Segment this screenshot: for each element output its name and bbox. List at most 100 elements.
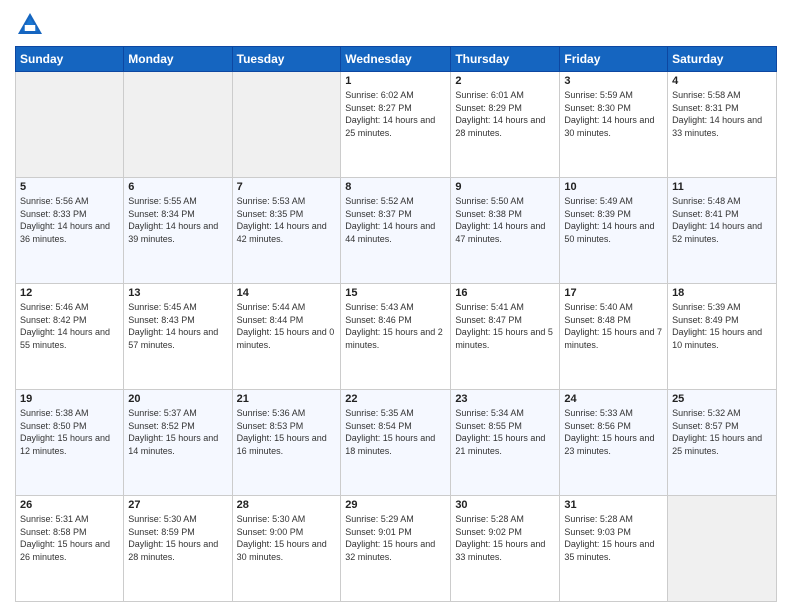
- day-number: 18: [672, 287, 772, 299]
- week-row-0: 1Sunrise: 6:02 AM Sunset: 8:27 PM Daylig…: [16, 72, 777, 178]
- day-number: 16: [455, 287, 555, 299]
- calendar-cell: 18 Sunrise: 5:39 AM Sunset: 8:49 PM Dayli…: [668, 284, 777, 390]
- calendar-cell: 3 Sunrise: 5:59 AM Sunset: 8:30 PM Daylig…: [560, 72, 668, 178]
- day-number: 6: [128, 181, 227, 193]
- calendar-cell: 11 Sunrise: 5:48 AM Sunset: 8:41 PM Dayli…: [668, 178, 777, 284]
- logo: [15, 10, 49, 40]
- day-info: Sunrise: 5:50 AM Sunset: 8:38 PM Dayligh…: [455, 195, 555, 245]
- day-info: Sunrise: 5:45 AM Sunset: 8:43 PM Dayligh…: [128, 301, 227, 351]
- calendar-cell: 24 Sunrise: 5:33 AM Sunset: 8:56 PM Dayli…: [560, 390, 668, 496]
- calendar-cell: 31 Sunrise: 5:28 AM Sunset: 9:03 PM Dayli…: [560, 496, 668, 602]
- calendar-cell: 1Sunrise: 6:02 AM Sunset: 8:27 PM Daylig…: [341, 72, 451, 178]
- day-number: 8: [345, 181, 446, 193]
- day-info: Sunrise: 5:43 AM Sunset: 8:46 PM Dayligh…: [345, 301, 446, 351]
- calendar-cell: 23 Sunrise: 5:34 AM Sunset: 8:55 PM Dayli…: [451, 390, 560, 496]
- calendar-cell: 10 Sunrise: 5:49 AM Sunset: 8:39 PM Dayli…: [560, 178, 668, 284]
- day-info: Sunrise: 5:28 AM Sunset: 9:02 PM Dayligh…: [455, 513, 555, 563]
- day-info: Sunrise: 5:37 AM Sunset: 8:52 PM Dayligh…: [128, 407, 227, 457]
- calendar-cell: 5 Sunrise: 5:56 AM Sunset: 8:33 PM Daylig…: [16, 178, 124, 284]
- day-number: 25: [672, 393, 772, 405]
- weekday-header-thursday: Thursday: [451, 47, 560, 72]
- day-number: 30: [455, 499, 555, 511]
- calendar-cell: 7Sunrise: 5:53 AM Sunset: 8:35 PM Daylig…: [232, 178, 341, 284]
- calendar-cell: 22 Sunrise: 5:35 AM Sunset: 8:54 PM Dayli…: [341, 390, 451, 496]
- day-number: 17: [564, 287, 663, 299]
- calendar-cell: 29 Sunrise: 5:29 AM Sunset: 9:01 PM Dayli…: [341, 496, 451, 602]
- day-info: Sunrise: 5:32 AM Sunset: 8:57 PM Dayligh…: [672, 407, 772, 457]
- day-info: Sunrise: 5:33 AM Sunset: 8:56 PM Dayligh…: [564, 407, 663, 457]
- day-number: 15: [345, 287, 446, 299]
- day-info: Sunrise: 5:29 AM Sunset: 9:01 PM Dayligh…: [345, 513, 446, 563]
- calendar-cell: 28Sunrise: 5:30 AM Sunset: 9:00 PM Dayli…: [232, 496, 341, 602]
- header: [15, 10, 777, 40]
- day-info: Sunrise: 5:39 AM Sunset: 8:49 PM Dayligh…: [672, 301, 772, 351]
- calendar-cell: 27 Sunrise: 5:30 AM Sunset: 8:59 PM Dayli…: [124, 496, 232, 602]
- calendar-cell: 26 Sunrise: 5:31 AM Sunset: 8:58 PM Dayli…: [16, 496, 124, 602]
- weekday-header-saturday: Saturday: [668, 47, 777, 72]
- day-number: 9: [455, 181, 555, 193]
- calendar-cell: 21Sunrise: 5:36 AM Sunset: 8:53 PM Dayli…: [232, 390, 341, 496]
- calendar-cell: 9 Sunrise: 5:50 AM Sunset: 8:38 PM Daylig…: [451, 178, 560, 284]
- day-info: Sunrise: 5:53 AM Sunset: 8:35 PM Dayligh…: [237, 195, 337, 245]
- day-info: Sunrise: 5:48 AM Sunset: 8:41 PM Dayligh…: [672, 195, 772, 245]
- day-info: Sunrise: 5:30 AM Sunset: 8:59 PM Dayligh…: [128, 513, 227, 563]
- day-number: 10: [564, 181, 663, 193]
- day-info: Sunrise: 5:28 AM Sunset: 9:03 PM Dayligh…: [564, 513, 663, 563]
- calendar-cell: 14Sunrise: 5:44 AM Sunset: 8:44 PM Dayli…: [232, 284, 341, 390]
- day-number: 27: [128, 499, 227, 511]
- day-info: Sunrise: 5:34 AM Sunset: 8:55 PM Dayligh…: [455, 407, 555, 457]
- calendar-cell: [232, 72, 341, 178]
- logo-icon: [15, 10, 45, 40]
- day-info: Sunrise: 5:55 AM Sunset: 8:34 PM Dayligh…: [128, 195, 227, 245]
- day-number: 20: [128, 393, 227, 405]
- day-info: Sunrise: 5:58 AM Sunset: 8:31 PM Dayligh…: [672, 89, 772, 139]
- day-number: 3: [564, 75, 663, 87]
- day-number: 22: [345, 393, 446, 405]
- day-info: Sunrise: 5:36 AM Sunset: 8:53 PM Dayligh…: [237, 407, 337, 457]
- day-info: Sunrise: 5:38 AM Sunset: 8:50 PM Dayligh…: [20, 407, 119, 457]
- page: SundayMondayTuesdayWednesdayThursdayFrid…: [0, 0, 792, 612]
- calendar-cell: 16 Sunrise: 5:41 AM Sunset: 8:47 PM Dayli…: [451, 284, 560, 390]
- weekday-header-sunday: Sunday: [16, 47, 124, 72]
- day-info: Sunrise: 5:35 AM Sunset: 8:54 PM Dayligh…: [345, 407, 446, 457]
- day-number: 24: [564, 393, 663, 405]
- weekday-header-monday: Monday: [124, 47, 232, 72]
- day-info: Sunrise: 5:41 AM Sunset: 8:47 PM Dayligh…: [455, 301, 555, 351]
- day-number: 12: [20, 287, 119, 299]
- day-info: Sunrise: 5:49 AM Sunset: 8:39 PM Dayligh…: [564, 195, 663, 245]
- calendar-cell: 8 Sunrise: 5:52 AM Sunset: 8:37 PM Daylig…: [341, 178, 451, 284]
- day-info: Sunrise: 5:46 AM Sunset: 8:42 PM Dayligh…: [20, 301, 119, 351]
- calendar-cell: 19Sunrise: 5:38 AM Sunset: 8:50 PM Dayli…: [16, 390, 124, 496]
- calendar-cell: [668, 496, 777, 602]
- day-number: 26: [20, 499, 119, 511]
- week-row-1: 5 Sunrise: 5:56 AM Sunset: 8:33 PM Daylig…: [16, 178, 777, 284]
- weekday-header-friday: Friday: [560, 47, 668, 72]
- day-number: 11: [672, 181, 772, 193]
- calendar-cell: 4Sunrise: 5:58 AM Sunset: 8:31 PM Daylig…: [668, 72, 777, 178]
- calendar-cell: 25 Sunrise: 5:32 AM Sunset: 8:57 PM Dayli…: [668, 390, 777, 496]
- day-number: 2: [455, 75, 555, 87]
- day-number: 23: [455, 393, 555, 405]
- weekday-header-row: SundayMondayTuesdayWednesdayThursdayFrid…: [16, 47, 777, 72]
- day-number: 5: [20, 181, 119, 193]
- calendar-cell: 30 Sunrise: 5:28 AM Sunset: 9:02 PM Dayli…: [451, 496, 560, 602]
- day-info: Sunrise: 5:52 AM Sunset: 8:37 PM Dayligh…: [345, 195, 446, 245]
- day-info: Sunrise: 5:31 AM Sunset: 8:58 PM Dayligh…: [20, 513, 119, 563]
- day-info: Sunrise: 5:56 AM Sunset: 8:33 PM Dayligh…: [20, 195, 119, 245]
- weekday-header-wednesday: Wednesday: [341, 47, 451, 72]
- day-number: 1: [345, 75, 446, 87]
- day-info: Sunrise: 5:40 AM Sunset: 8:48 PM Dayligh…: [564, 301, 663, 351]
- calendar-cell: 20 Sunrise: 5:37 AM Sunset: 8:52 PM Dayli…: [124, 390, 232, 496]
- calendar-cell: 15 Sunrise: 5:43 AM Sunset: 8:46 PM Dayli…: [341, 284, 451, 390]
- day-info: Sunrise: 5:59 AM Sunset: 8:30 PM Dayligh…: [564, 89, 663, 139]
- calendar-cell: [124, 72, 232, 178]
- day-number: 31: [564, 499, 663, 511]
- day-number: 28: [237, 499, 337, 511]
- day-number: 29: [345, 499, 446, 511]
- calendar-cell: 17 Sunrise: 5:40 AM Sunset: 8:48 PM Dayli…: [560, 284, 668, 390]
- calendar: SundayMondayTuesdayWednesdayThursdayFrid…: [15, 46, 777, 602]
- calendar-cell: 2 Sunrise: 6:01 AM Sunset: 8:29 PM Daylig…: [451, 72, 560, 178]
- weekday-header-tuesday: Tuesday: [232, 47, 341, 72]
- calendar-cell: [16, 72, 124, 178]
- day-info: Sunrise: 6:01 AM Sunset: 8:29 PM Dayligh…: [455, 89, 555, 139]
